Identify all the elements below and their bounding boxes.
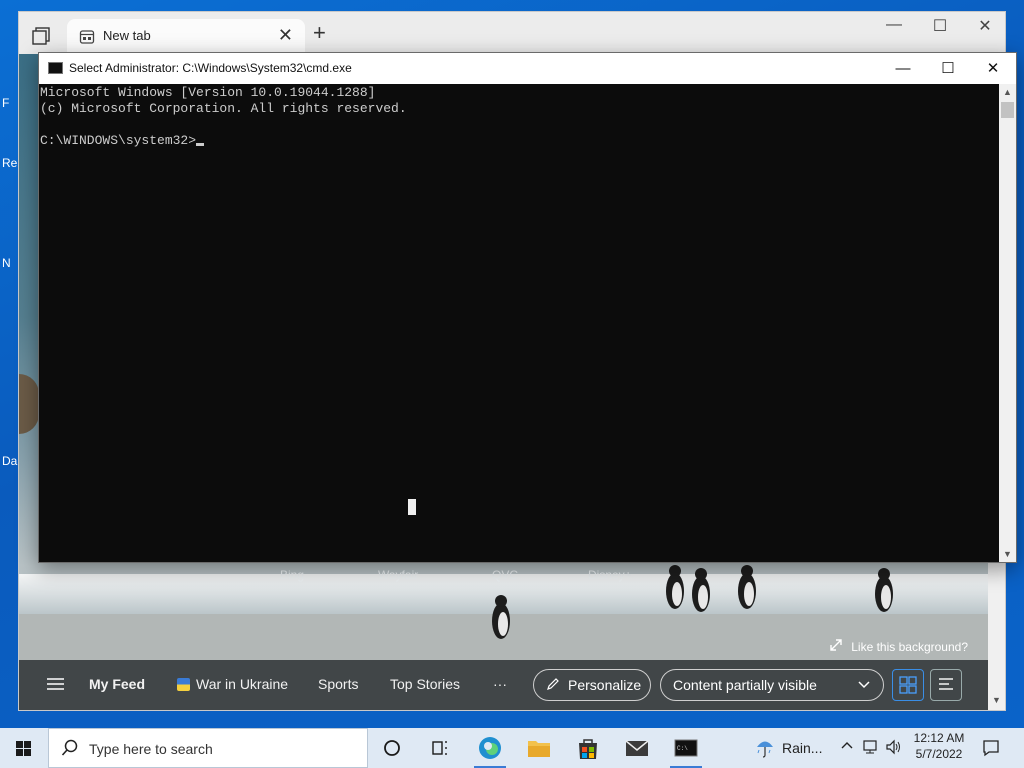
command-prompt-icon: C:\ xyxy=(674,739,698,757)
start-button[interactable] xyxy=(0,728,48,768)
search-placeholder: Type here to search xyxy=(89,741,213,757)
cmd-maximize-button[interactable]: ☐ xyxy=(925,57,971,81)
tab-close-icon[interactable]: ✕ xyxy=(278,26,293,44)
maximize-button[interactable]: ☐ xyxy=(917,16,963,36)
cmd-title-bar[interactable]: Select Administrator: C:\Windows\System3… xyxy=(39,53,1016,84)
penguin-image xyxy=(875,568,893,612)
feed-tab-top-stories[interactable]: Top Stories xyxy=(390,676,460,692)
taskbar-cmd-button[interactable]: C:\ xyxy=(662,728,710,768)
penguin-image xyxy=(738,565,756,609)
notification-icon xyxy=(983,740,999,757)
taskbar-edge-button[interactable] xyxy=(466,728,514,768)
chevron-down-icon xyxy=(857,677,871,694)
mail-icon xyxy=(625,740,649,756)
taskbar-mail-button[interactable] xyxy=(613,728,661,768)
clock-time: 12:12 AM xyxy=(913,731,965,745)
new-tab-page-icon xyxy=(79,29,95,45)
quick-link-bing[interactable]: Bing xyxy=(280,568,304,582)
console-line: Microsoft Windows [Version 10.0.19044.12… xyxy=(40,85,376,100)
clock[interactable]: 12:12 AM 5/7/2022 xyxy=(908,731,970,761)
feed-tab-label: War in Ukraine xyxy=(196,676,289,692)
folder-icon xyxy=(528,741,550,757)
tab-bar: New tab ✕ + ― ☐ ✕ xyxy=(19,12,1005,54)
scroll-up-icon[interactable]: ▲ xyxy=(999,84,1016,100)
grid-layout-button[interactable] xyxy=(892,669,924,701)
weather-label: Rain... xyxy=(782,740,823,756)
taskbar-file-explorer-button[interactable] xyxy=(515,728,563,768)
close-button[interactable]: ✕ xyxy=(962,16,1008,36)
content-visibility-dropdown[interactable]: Content partially visible xyxy=(660,669,884,701)
windows-logo-icon xyxy=(16,741,31,756)
taskbar-search-box[interactable]: Type here to search xyxy=(48,728,368,768)
scroll-down-icon[interactable]: ▼ xyxy=(999,546,1016,562)
tab-new-tab[interactable]: New tab ✕ xyxy=(67,19,305,54)
expand-icon xyxy=(829,638,843,655)
console-line: (c) Microsoft Corporation. All rights re… xyxy=(40,101,407,116)
cmd-app-icon xyxy=(48,62,63,74)
scroll-down-icon[interactable]: ▼ xyxy=(988,692,1005,708)
volume-icon[interactable] xyxy=(884,739,904,758)
grid-icon xyxy=(899,676,917,694)
desktop-icon-label[interactable]: Re xyxy=(2,156,17,170)
background-rock xyxy=(19,374,39,434)
task-view-button[interactable] xyxy=(416,728,464,768)
text-cursor xyxy=(196,143,205,146)
pencil-icon xyxy=(546,677,560,694)
feed-more-button[interactable]: ··· xyxy=(493,676,507,692)
cortana-button[interactable] xyxy=(368,728,416,768)
personalize-button[interactable]: Personalize xyxy=(533,669,651,701)
penguin-image xyxy=(492,595,510,639)
minimize-button[interactable]: ― xyxy=(871,16,917,34)
like-background-link[interactable]: Like this background? xyxy=(829,638,968,655)
tab-title: New tab xyxy=(103,28,151,43)
new-tab-button[interactable]: + xyxy=(313,22,326,44)
mouse-ibeam-cursor xyxy=(408,499,416,515)
feed-tab-my-feed[interactable]: My Feed xyxy=(89,676,145,692)
cmd-window-title: Select Administrator: C:\Windows\System3… xyxy=(69,61,352,75)
edge-browser-icon xyxy=(479,737,501,759)
cmd-scrollbar[interactable]: ▲ ▼ xyxy=(999,84,1016,562)
taskbar-store-button[interactable] xyxy=(564,728,612,768)
task-view-icon xyxy=(432,741,447,755)
action-center-button[interactable] xyxy=(980,738,1002,761)
quick-link-disney[interactable]: Disney+ xyxy=(588,568,632,582)
ukraine-flag-icon xyxy=(177,677,190,691)
quick-link-qvc[interactable]: QVC xyxy=(492,568,518,582)
search-icon xyxy=(61,739,79,762)
tab-actions-icon[interactable] xyxy=(29,24,55,46)
cmd-minimize-button[interactable]: ― xyxy=(880,57,926,81)
taskbar: Type here to search C:\ Rain... 12:12 AM… xyxy=(0,728,1024,768)
content-visibility-label: Content partially visible xyxy=(673,677,817,693)
cmd-close-button[interactable]: ✕ xyxy=(970,57,1016,81)
network-icon[interactable] xyxy=(861,739,881,758)
feed-tab-war-in-ukraine[interactable]: War in Ukraine xyxy=(177,676,288,692)
personalize-label: Personalize xyxy=(568,677,642,693)
feed-bar: My Feed War in Ukraine Sports Top Storie… xyxy=(19,660,988,710)
show-hidden-icons-chevron-icon[interactable] xyxy=(838,739,856,756)
like-background-label: Like this background? xyxy=(851,639,968,654)
svg-text:C:\: C:\ xyxy=(677,745,688,752)
feed-tab-sports[interactable]: Sports xyxy=(318,676,358,692)
console-prompt: C:\WINDOWS\system32> xyxy=(40,133,197,148)
list-icon xyxy=(939,678,953,690)
quick-link-wayfair[interactable]: Wayfair xyxy=(378,568,418,582)
rain-weather-icon xyxy=(754,736,776,761)
store-bag-icon xyxy=(579,739,597,759)
weather-widget[interactable]: Rain... xyxy=(754,728,822,768)
list-layout-button[interactable] xyxy=(930,669,962,701)
cmd-console[interactable]: Microsoft Windows [Version 10.0.19044.12… xyxy=(39,84,999,562)
console-prompt-line: C:\WINDOWS\system32> xyxy=(40,133,998,149)
cortana-circle-icon xyxy=(384,740,400,756)
desktop-icon-label[interactable]: N xyxy=(2,256,11,270)
penguin-image xyxy=(692,568,710,612)
scroll-thumb[interactable] xyxy=(1001,102,1014,118)
cmd-window: Select Administrator: C:\Windows\System3… xyxy=(38,52,1017,563)
desktop-icon-label[interactable]: F xyxy=(2,96,9,110)
hamburger-menu-icon[interactable] xyxy=(47,677,64,691)
desktop-icon-label[interactable]: Da xyxy=(2,454,17,468)
clock-date: 5/7/2022 xyxy=(915,747,963,761)
